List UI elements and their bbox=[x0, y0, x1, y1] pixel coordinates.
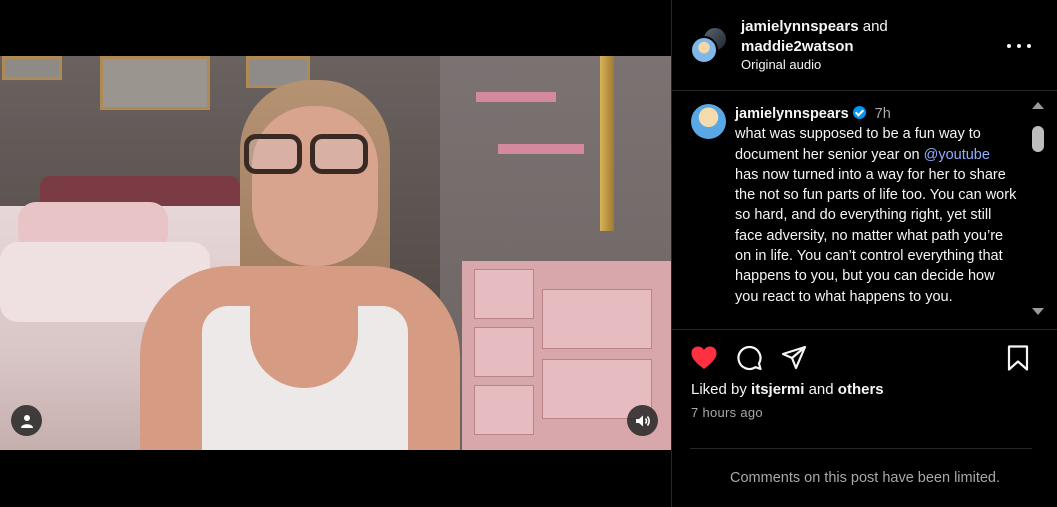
original-audio-link[interactable]: Original audio bbox=[741, 57, 821, 72]
more-horizontal-icon[interactable] bbox=[1007, 36, 1031, 56]
paper-plane-icon[interactable] bbox=[780, 344, 808, 372]
post-header: jamielynnspears and maddie2watson Origin… bbox=[672, 0, 1057, 91]
video-scene-frame bbox=[2, 56, 62, 80]
user-icon-glyph bbox=[20, 414, 33, 428]
video-subject bbox=[140, 76, 460, 450]
video-scene-drawer bbox=[542, 289, 652, 349]
video-scene-mirror bbox=[600, 56, 614, 231]
caption: jamielynnspears 7h what was supposed to b… bbox=[735, 104, 1017, 307]
scroll-up-arrow-icon[interactable] bbox=[1032, 102, 1044, 109]
caption-scroll-area[interactable]: jamielynnspears 7h what was supposed to b… bbox=[672, 92, 1030, 328]
avatar bbox=[690, 36, 718, 64]
divider bbox=[690, 448, 1032, 449]
divider bbox=[672, 329, 1057, 330]
speaker-icon-glyph bbox=[635, 415, 650, 426]
video-scene-drawer bbox=[474, 327, 534, 377]
video-subject-glasses bbox=[244, 134, 372, 178]
video-pane bbox=[0, 0, 671, 507]
liked-by-prefix: Liked by bbox=[691, 381, 747, 398]
caption-scrollbar[interactable] bbox=[1028, 92, 1048, 328]
post-side-panel: jamielynnspears and maddie2watson Origin… bbox=[671, 0, 1057, 507]
caption-timestamp[interactable]: 7h bbox=[875, 106, 891, 122]
scrollbar-thumb[interactable] bbox=[1032, 126, 1044, 152]
post-timestamp[interactable]: 7 hours ago bbox=[691, 405, 763, 420]
author-username-link[interactable]: maddie2watson bbox=[741, 38, 854, 55]
save-button bbox=[1007, 345, 1029, 371]
video-player[interactable] bbox=[0, 56, 671, 450]
post-actions bbox=[672, 340, 1057, 376]
like-button bbox=[691, 346, 717, 369]
bookmark-icon[interactable] bbox=[1004, 344, 1032, 372]
user-icon[interactable] bbox=[11, 405, 42, 436]
share-button bbox=[781, 345, 807, 370]
video-subject-face bbox=[252, 106, 378, 266]
glasses-lens bbox=[244, 134, 302, 174]
heart-filled-icon[interactable] bbox=[690, 344, 718, 372]
speaker-icon[interactable] bbox=[627, 405, 658, 436]
author-username-link[interactable]: jamielynnspears bbox=[741, 18, 859, 35]
comments-limited-notice: Comments on this post have been limited. bbox=[730, 470, 1000, 486]
liked-by-others-link[interactable]: others bbox=[838, 381, 884, 398]
more-dot bbox=[1027, 44, 1031, 48]
caption-text: has now turned into a way for her to sha… bbox=[735, 166, 1017, 305]
video-scene-drawer bbox=[474, 385, 534, 435]
avatar[interactable] bbox=[691, 104, 726, 139]
comment-button bbox=[737, 345, 762, 371]
more-dot bbox=[1007, 44, 1011, 48]
liked-by-and: and bbox=[808, 381, 834, 398]
verified-badge-icon bbox=[852, 106, 866, 119]
video-scene-shelf bbox=[476, 92, 556, 102]
mention-link[interactable]: @youtube bbox=[924, 147, 990, 163]
more-dot bbox=[1017, 44, 1021, 48]
caption-username-link[interactable]: jamielynnspears bbox=[735, 106, 849, 122]
video-scene-shelf bbox=[498, 144, 584, 154]
liked-by: Liked by itsjermi and others bbox=[691, 381, 884, 398]
video-scene-drawer bbox=[474, 269, 534, 319]
comment-icon[interactable] bbox=[735, 344, 763, 372]
post-authors: jamielynnspears and maddie2watson bbox=[741, 17, 888, 57]
liked-by-user-link[interactable]: itsjermi bbox=[751, 381, 804, 398]
scroll-down-arrow-icon[interactable] bbox=[1032, 308, 1044, 315]
collab-avatars[interactable] bbox=[690, 26, 730, 66]
glasses-lens bbox=[310, 134, 368, 174]
authors-and-text: and bbox=[862, 18, 888, 35]
